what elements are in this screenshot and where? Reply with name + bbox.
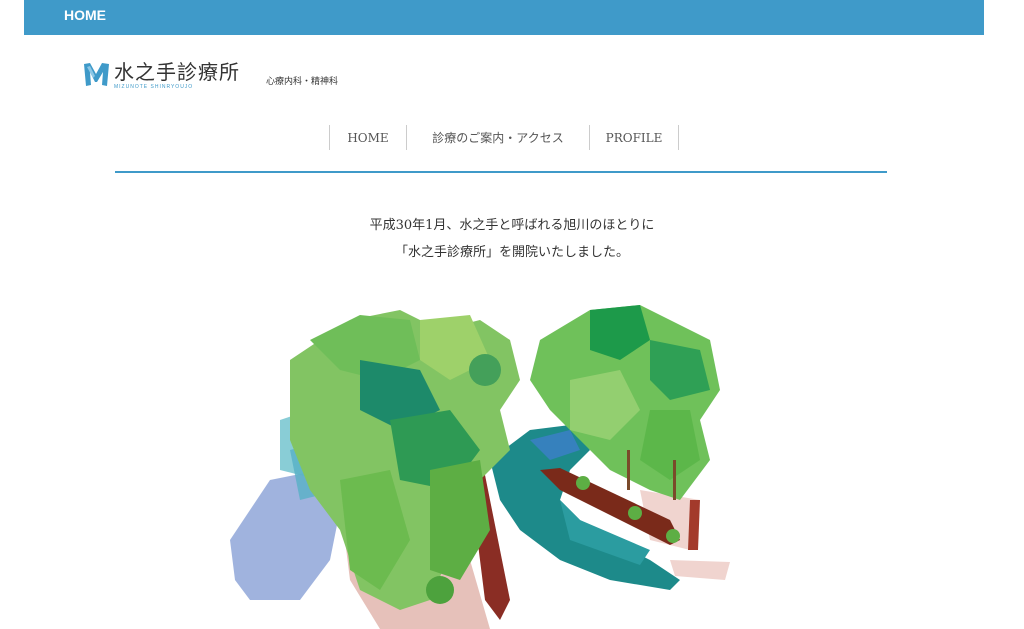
clinic-logo-mark-icon xyxy=(84,63,109,86)
nav-item-guide-access[interactable]: 診療のご案内・アクセス xyxy=(406,125,589,150)
clinic-name: 水之手診療所 xyxy=(114,60,240,84)
main-nav: HOME 診療のご案内・アクセス PROFILE xyxy=(329,125,679,150)
clinic-specialties: 心療内科・精神科 xyxy=(266,77,339,87)
riverside-trees-painting xyxy=(230,305,730,629)
nav-item-home[interactable]: HOME xyxy=(329,125,406,150)
clinic-logo[interactable]: 水之手診療所 MIZUNOTE SHINRYOUJO xyxy=(83,60,240,90)
intro-line-2: 「水之手診療所」を開院いたしました。 xyxy=(394,245,629,260)
top-home-link[interactable]: HOME xyxy=(64,7,106,23)
nav-divider xyxy=(115,171,887,173)
intro-line-1: 平成30年1月、水之手と呼ばれる旭川のほとりに xyxy=(369,218,655,233)
intro-text: 平成30年1月、水之手と呼ばれる旭川のほとりに 「水之手診療所」を開院いたしまし… xyxy=(0,212,1024,266)
clinic-name-romaji: MIZUNOTE SHINRYOUJO xyxy=(114,84,194,90)
nav-item-profile[interactable]: PROFILE xyxy=(589,125,679,150)
top-bar: HOME xyxy=(24,0,984,35)
